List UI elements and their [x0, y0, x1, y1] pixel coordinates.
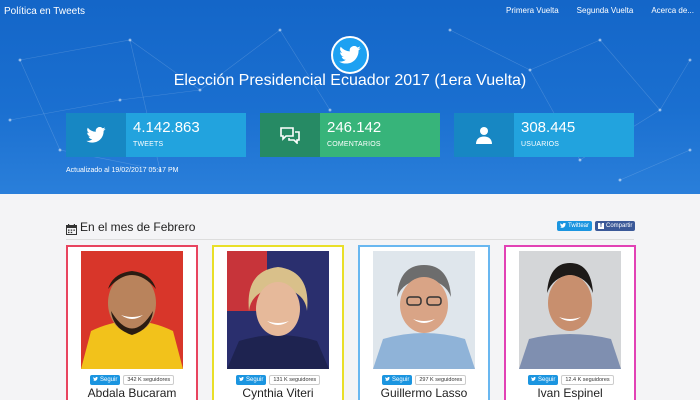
updated-timestamp: Actualizado al 19/02/2017 05:17 PM [66, 167, 179, 174]
calendar-icon [66, 222, 77, 240]
stat-usuarios: 308.445 USUARIOS [454, 113, 634, 157]
candidate-card[interactable]: Seguir 342 K seguidores Abdala Bucaram [66, 245, 198, 400]
follower-count: 342 K seguidores [123, 375, 175, 385]
follow-label: Seguir [538, 377, 556, 383]
candidate-card[interactable]: Seguir 12.4 K seguidores Ivan Espinel [504, 245, 636, 400]
follower-count: 131 K seguidores [269, 375, 321, 385]
page-title: Elección Presidencial Ecuador 2017 (1era… [173, 72, 527, 89]
candidate-photo [519, 251, 621, 369]
nav-primera-vuelta[interactable]: Primera Vuelta [506, 6, 559, 15]
network-background [8, 28, 692, 182]
follow-label: Seguir [100, 377, 118, 383]
stat-label: COMENTARIOS [327, 141, 381, 148]
tweet-button[interactable]: Twittear [557, 221, 593, 231]
follower-count: 12.4 K seguidores [561, 375, 614, 385]
stat-label: TWEETS [133, 141, 164, 148]
follow-label: Seguir [392, 377, 410, 383]
candidate-card[interactable]: Seguir 297 K seguidores Guillermo Lasso [358, 245, 490, 400]
comments-icon [260, 113, 320, 157]
candidate-name: Guillermo Lasso [380, 386, 468, 400]
section-divider [66, 239, 634, 240]
stat-value: 4.142.863 [133, 119, 200, 136]
facebook-share-label: Compartir [606, 223, 633, 229]
candidate-name: Abdala Bucaram [87, 386, 177, 400]
section-header: En el mes de Febrero Twittear f Comparti… [66, 220, 636, 236]
section-title: En el mes de Febrero [80, 220, 196, 234]
follow-widget: Seguir 297 K seguidores [382, 375, 467, 385]
tweet-button-label: Twittear [568, 223, 590, 229]
twitter-bird-icon [93, 376, 98, 383]
twitter-bird-icon [66, 113, 126, 157]
nav-acerca-de[interactable]: Acerca de... [651, 6, 694, 15]
follow-button[interactable]: Seguir [236, 375, 267, 385]
follow-button[interactable]: Seguir [528, 375, 559, 385]
candidate-name: Ivan Espinel [537, 386, 603, 400]
stat-value: 308.445 [521, 119, 576, 136]
follow-widget: Seguir 131 K seguidores [236, 375, 321, 385]
candidate-photo [373, 251, 475, 369]
stat-value: 246.142 [327, 119, 382, 136]
stat-label: USUARIOS [521, 141, 560, 148]
twitter-bird-icon [239, 376, 244, 383]
twitter-bird-icon [560, 222, 566, 230]
twitter-logo-icon [331, 36, 369, 74]
top-nav: Primera Vuelta Segunda Vuelta Acerca de.… [506, 6, 694, 15]
follow-widget: Seguir 342 K seguidores [90, 375, 175, 385]
nav-segunda-vuelta[interactable]: Segunda Vuelta [577, 6, 634, 15]
candidate-photo [227, 251, 329, 369]
candidate-photo [81, 251, 183, 369]
follower-count: 297 K seguidores [415, 375, 467, 385]
user-icon [454, 113, 514, 157]
stat-tweets: 4.142.863 TWEETS [66, 113, 246, 157]
twitter-bird-icon [385, 376, 390, 383]
hero-banner: Política en Tweets Primera Vuelta Segund… [0, 0, 700, 194]
stat-comentarios: 246.142 COMENTARIOS [260, 113, 440, 157]
facebook-icon: f [598, 223, 604, 229]
follow-widget: Seguir 12.4 K seguidores [528, 375, 614, 385]
follow-button[interactable]: Seguir [90, 375, 121, 385]
candidate-card[interactable]: Seguir 131 K seguidores Cynthia Viteri [212, 245, 344, 400]
facebook-share-button[interactable]: f Compartir [595, 221, 636, 231]
brand-link[interactable]: Política en Tweets [4, 6, 85, 17]
follow-button[interactable]: Seguir [382, 375, 413, 385]
twitter-bird-icon [531, 376, 536, 383]
candidate-name: Cynthia Viteri [242, 386, 314, 400]
follow-label: Seguir [246, 377, 264, 383]
